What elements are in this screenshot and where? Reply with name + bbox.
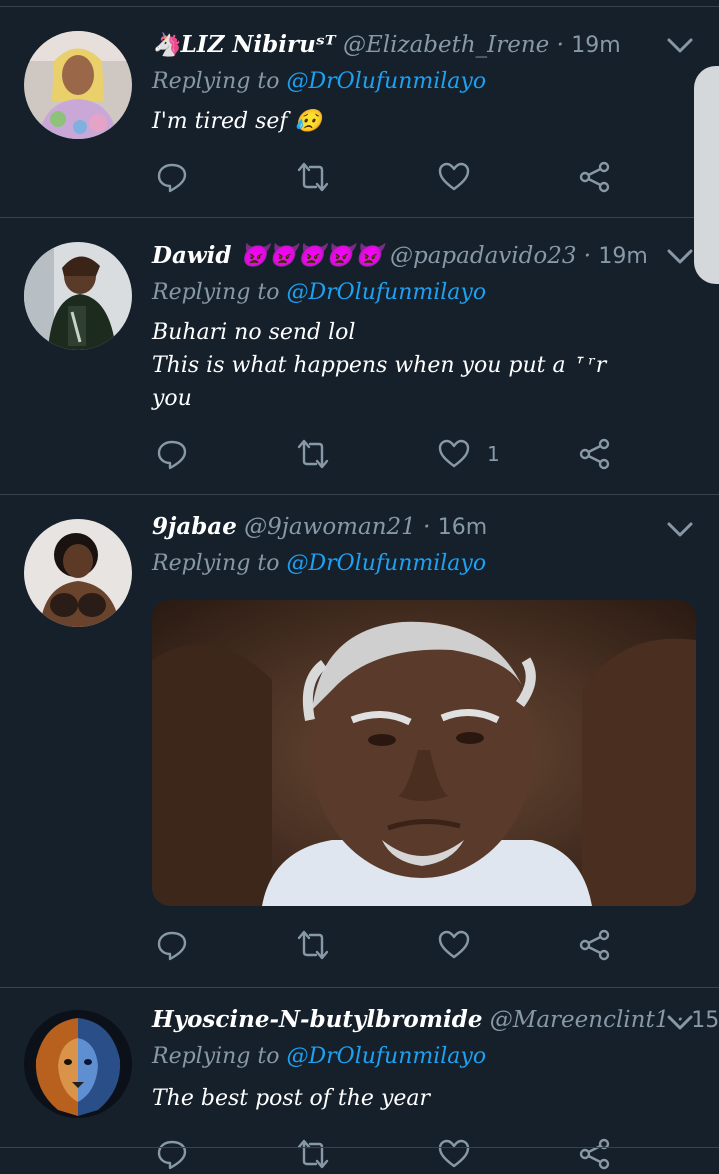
user-handle[interactable]: @papadavido23 bbox=[390, 243, 577, 269]
tweet-header: 🦄LIZ Nibiruˢᵀ @Elizabeth_Irene · 19m bbox=[152, 31, 621, 58]
retweet-icon bbox=[297, 930, 329, 960]
replying-to-label: Replying to bbox=[152, 1044, 280, 1069]
heart-icon bbox=[438, 1139, 470, 1168]
like-count: 1 bbox=[487, 442, 500, 466]
photo-portrait bbox=[152, 600, 696, 906]
like-button[interactable] bbox=[437, 1134, 487, 1174]
timestamp[interactable]: 16m bbox=[438, 515, 487, 540]
mention-link[interactable]: @DrOlufunmilayo bbox=[287, 280, 487, 305]
tweet-text: Buhari no send lol This is what happens … bbox=[152, 316, 606, 415]
tweet-image[interactable] bbox=[152, 600, 696, 906]
reply-button[interactable] bbox=[155, 925, 189, 965]
replying-to: Replying to @DrOlufunmilayo bbox=[152, 551, 486, 576]
display-name[interactable]: Hyoscine-N-butylbromide bbox=[152, 1006, 482, 1033]
tweet-header: 9jabae @9jawoman21 · 16m bbox=[152, 513, 487, 540]
chevron-down-icon[interactable] bbox=[666, 1014, 694, 1032]
tweet-actions bbox=[152, 1134, 622, 1174]
tweet-text: I'm tired sef 😥 bbox=[152, 105, 322, 138]
share-icon bbox=[579, 438, 610, 470]
tweet-text-line: This is what happens when you put a ᐪ ʳr bbox=[152, 353, 607, 378]
replying-to: Replying to @DrOlufunmilayo bbox=[152, 280, 486, 305]
separator-dot: · bbox=[556, 32, 564, 58]
chevron-down-icon[interactable] bbox=[666, 248, 694, 266]
tweet-header: Dawid 👿👿👿👿👿 @papadavido23 · 19m bbox=[152, 242, 648, 269]
share-button[interactable] bbox=[578, 925, 612, 965]
reply-button[interactable] bbox=[155, 157, 189, 197]
replying-to-label: Replying to bbox=[152, 551, 280, 576]
reply-icon bbox=[157, 163, 187, 193]
tweet-actions bbox=[152, 925, 622, 965]
tweet-1[interactable]: 🦄LIZ Nibiruˢᵀ @Elizabeth_Irene · 19m Rep… bbox=[0, 7, 719, 218]
retweet-button[interactable] bbox=[296, 1134, 330, 1174]
heart-icon bbox=[438, 162, 470, 191]
replying-to-label: Replying to bbox=[152, 69, 280, 94]
reply-button[interactable] bbox=[155, 434, 189, 474]
tweet-text-line: Buhari no send lol bbox=[152, 320, 356, 345]
timestamp[interactable]: 15m bbox=[691, 1008, 719, 1033]
retweet-icon bbox=[297, 162, 329, 192]
reply-icon bbox=[157, 1140, 187, 1170]
replying-to: Replying to @DrOlufunmilayo bbox=[152, 1044, 486, 1069]
mention-link[interactable]: @DrOlufunmilayo bbox=[287, 69, 487, 94]
avatar-image bbox=[24, 1010, 132, 1118]
share-button[interactable] bbox=[578, 157, 612, 197]
reply-icon bbox=[157, 931, 187, 961]
tweet-4[interactable]: Hyoscine-N-butylbromide @Mareenclint1 · … bbox=[0, 988, 719, 1170]
reply-button[interactable] bbox=[155, 1134, 189, 1174]
share-icon bbox=[579, 1138, 610, 1170]
like-button[interactable]: 1 bbox=[437, 434, 500, 474]
bottom-divider bbox=[0, 1147, 719, 1148]
heart-icon bbox=[438, 930, 470, 959]
tweet-3[interactable]: 9jabae @9jawoman21 · 16m Replying to @Dr… bbox=[0, 495, 719, 988]
like-button[interactable] bbox=[437, 925, 487, 965]
like-button[interactable] bbox=[437, 157, 487, 197]
tweet-header: Hyoscine-N-butylbromide @Mareenclint1 · … bbox=[152, 1006, 719, 1033]
tweet-2[interactable]: Dawid 👿👿👿👿👿 @papadavido23 · 19m Replying… bbox=[0, 218, 719, 495]
reply-icon bbox=[157, 440, 187, 470]
heart-icon bbox=[438, 439, 470, 468]
avatar[interactable] bbox=[24, 242, 132, 350]
avatar-image bbox=[24, 31, 132, 139]
replying-to-label: Replying to bbox=[152, 280, 280, 305]
avatar[interactable] bbox=[24, 1010, 132, 1118]
display-name[interactable]: 🦄LIZ Nibiruˢᵀ bbox=[152, 31, 336, 58]
avatar[interactable] bbox=[24, 31, 132, 139]
retweet-button[interactable] bbox=[296, 925, 330, 965]
mention-link[interactable]: @DrOlufunmilayo bbox=[287, 1044, 487, 1069]
avatar-image bbox=[24, 519, 132, 627]
scrollbar-thumb[interactable] bbox=[694, 66, 719, 284]
tweet-text-line: you bbox=[152, 386, 192, 411]
share-button[interactable] bbox=[578, 434, 612, 474]
share-button[interactable] bbox=[578, 1134, 612, 1174]
timestamp[interactable]: 19m bbox=[598, 244, 647, 269]
tweet-text-line: The best post of the year bbox=[152, 1086, 431, 1111]
avatar[interactable] bbox=[24, 519, 132, 627]
retweet-icon bbox=[297, 1139, 329, 1169]
tweet-text: The best post of the year bbox=[152, 1082, 430, 1115]
chevron-down-icon[interactable] bbox=[666, 521, 694, 539]
user-handle[interactable]: @Mareenclint1 bbox=[490, 1007, 670, 1033]
tweet-text-line: I'm tired sef 😥 bbox=[152, 109, 322, 134]
replying-to: Replying to @DrOlufunmilayo bbox=[152, 69, 486, 94]
display-name[interactable]: Dawid 👿👿👿👿👿 bbox=[152, 242, 383, 269]
display-name[interactable]: 9jabae bbox=[152, 513, 237, 540]
separator-dot: · bbox=[423, 514, 431, 540]
avatar-image bbox=[24, 242, 132, 350]
user-handle[interactable]: @Elizabeth_Irene bbox=[343, 32, 549, 58]
tweet-actions bbox=[152, 157, 622, 197]
tweet-actions: 1 bbox=[152, 434, 622, 474]
mention-link[interactable]: @DrOlufunmilayo bbox=[287, 551, 487, 576]
chevron-down-icon[interactable] bbox=[666, 37, 694, 55]
top-divider bbox=[0, 0, 719, 7]
timestamp[interactable]: 19m bbox=[571, 33, 620, 58]
share-icon bbox=[579, 929, 610, 961]
share-icon bbox=[579, 161, 610, 193]
retweet-button[interactable] bbox=[296, 157, 330, 197]
retweet-button[interactable] bbox=[296, 434, 330, 474]
retweet-icon bbox=[297, 439, 329, 469]
separator-dot: · bbox=[583, 243, 592, 269]
user-handle[interactable]: @9jawoman21 bbox=[244, 514, 416, 540]
